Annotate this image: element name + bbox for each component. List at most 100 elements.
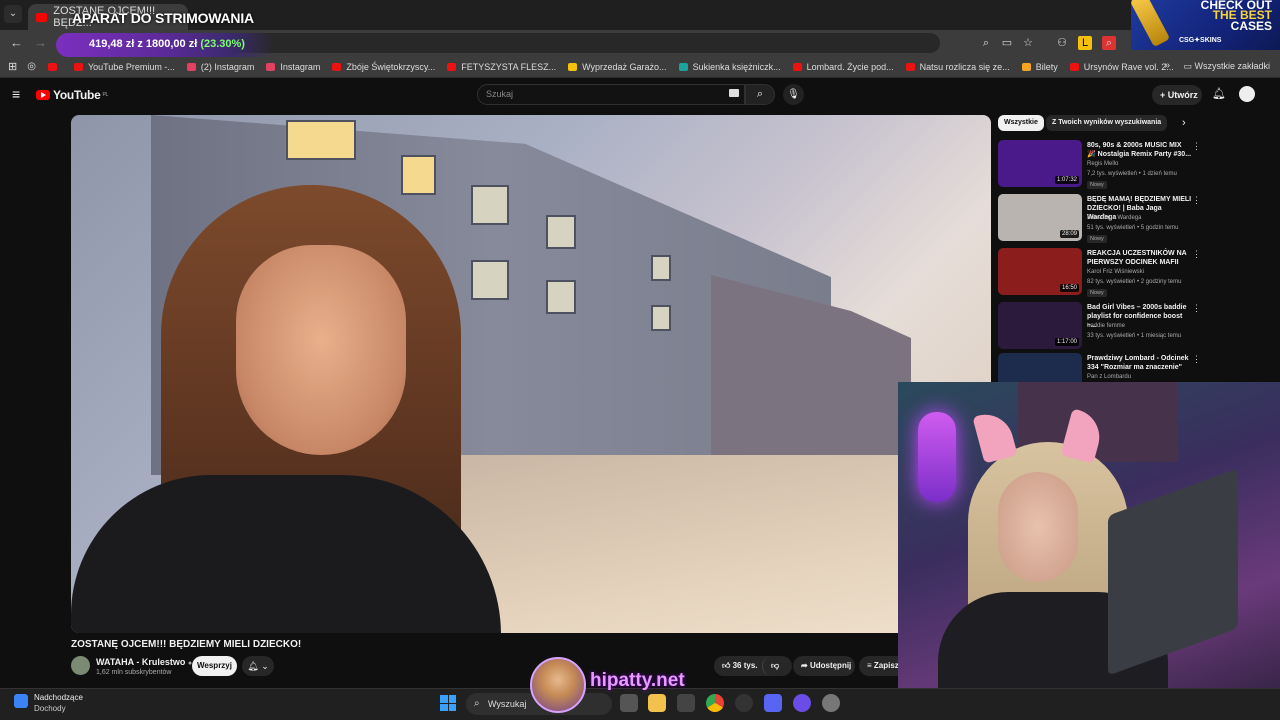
voice-search-button[interactable]: 🎙︎ [783,84,804,105]
widget-title[interactable]: Nadchodzące [34,693,83,702]
github-icon[interactable]: ◎ [27,61,36,72]
recommended-channel[interactable]: baddie femme [1087,323,1125,329]
recommended-channel[interactable]: Regis Mello [1087,161,1118,167]
youtube-logo[interactable]: YouTube PL [36,88,108,102]
task-view-icon[interactable] [620,694,638,712]
video-thumbnail[interactable]: 1:17:00 [998,302,1082,349]
bookmark-item[interactable]: Instagram [266,62,320,72]
file-explorer-icon[interactable] [648,694,666,712]
recommended-video[interactable]: 1:07:32 80s, 90s & 2000s MUSIC MIX 🎉 Nost… [998,140,1268,190]
app-icon[interactable] [793,694,811,712]
bookmark-item[interactable] [47,62,62,72]
all-bookmarks-label: Wszystkie zakładki [1194,61,1270,71]
bookmark-favicon-icon [678,62,688,71]
support-button[interactable]: Wesprzyj [192,656,237,676]
recommended-video[interactable]: 28:09 BĘDĘ MAMĄ! BĘDZIEMY MIELI DZIECKO! … [998,194,1268,244]
zoom-icon[interactable]: ⌕ [979,36,993,50]
notifications-bell-icon[interactable]: 🔔︎ [1212,87,1226,100]
more-options-icon[interactable]: ⋮ [1192,141,1201,152]
apps-grid-icon[interactable]: ⊞ [8,60,17,73]
more-bookmarks-chevron-icon[interactable]: » [1164,60,1170,71]
channel-name[interactable]: WATAHA - Krulestwo ● [96,657,192,667]
recommended-title[interactable]: Prawdziwy Lombard - Odcinek 334 "Rozmiar… [1087,354,1192,372]
create-button[interactable]: + Utwórz [1152,85,1202,105]
widgets-icon[interactable] [14,694,28,708]
more-options-icon[interactable]: ⋮ [1192,354,1201,365]
youtube-header: ≡ YouTube PL Szukaj ⌕ 🎙︎ + Utwórz 🔔︎ [0,79,1280,113]
chip-from-search[interactable]: Z Twoich wyników wyszukiwania [1046,115,1168,131]
share-label: Udostępnij [809,661,852,670]
chips-next-chevron-icon[interactable]: › [1182,117,1186,129]
chrome-icon[interactable] [706,694,724,712]
keyboard-icon[interactable] [729,89,739,97]
tab-search-button[interactable]: ⌄ [4,5,22,23]
bookmark-item[interactable]: Bilety [1021,61,1058,72]
new-badge: Nowy [1087,181,1107,189]
channel-name-text: WATAHA - Krulestwo [96,657,186,667]
new-badge: Nowy [1087,289,1107,297]
hamburger-menu-icon[interactable]: ≡ [12,86,20,102]
more-options-icon[interactable]: ⋮ [1192,195,1201,206]
create-label: Utwórz [1167,90,1198,100]
video-frame-person [71,175,501,633]
more-options-icon[interactable]: ⋮ [1192,249,1201,260]
forward-arrow-icon[interactable]: → [34,35,47,50]
all-bookmarks-folder[interactable]: ▭ Wszystkie zakładki [1183,61,1270,72]
bookmark-item[interactable]: Sukienka księżniczk... [678,62,781,72]
extension-icon[interactable]: ⚇ [1055,36,1069,50]
webcam-laptop [1108,468,1238,676]
video-thumbnail[interactable]: 28:09 [998,194,1082,241]
bookmark-item[interactable]: (2) Instagram [186,61,255,72]
bookmark-label: Zbóje Świętokrzyscy... [346,61,436,72]
back-arrow-icon[interactable]: ← [10,35,23,50]
new-badge: Nowy [1087,235,1107,243]
bookmark-label: (2) Instagram [200,61,255,72]
recommended-meta: 33 tys. wyświetleń • 1 miesiąc temu [1087,333,1182,339]
recommended-channel[interactable]: Karol Friz Wiśniewski [1087,269,1144,275]
account-avatar[interactable] [1239,86,1255,102]
bookmark-item[interactable]: Lombard. Życie pod... [792,61,894,72]
discord-icon[interactable] [764,694,782,712]
extension-red-icon[interactable]: ⌕ [1102,36,1116,50]
start-button[interactable] [440,695,456,711]
bookmark-item[interactable]: Natsu rozlicza się ze... [905,61,1010,72]
bookmark-star-icon[interactable]: ☆ [1021,36,1035,50]
video-player[interactable] [71,115,991,633]
obs-icon[interactable] [735,694,753,712]
recommended-meta: 7,2 tys. wyświetleń • 1 dzień temu [1087,171,1177,177]
subscriber-count: 1,62 mln subskrybentów [96,669,172,676]
bookmark-label: Bilety [1035,61,1058,72]
share-button[interactable]: ➦ Udostępnij [793,656,855,676]
store-icon[interactable] [677,694,695,712]
bookmark-label: Natsu rozlicza się ze... [919,61,1010,72]
youtube-search-button[interactable]: ⌕ [745,84,775,105]
bookmark-label: Lombard. Życie pod... [806,61,894,72]
bookmark-item[interactable]: Zbóje Świętokrzyscy... [332,62,435,72]
recommended-title[interactable]: 80s, 90s & 2000s MUSIC MIX 🎉 Nostalgia R… [1087,141,1192,159]
recommended-video[interactable]: 1:17:00 Bad Girl Vibes – 2000s baddie pla… [998,302,1268,352]
cast-icon[interactable]: ▭ [1000,36,1014,50]
youtube-search-input[interactable]: Szukaj [477,84,745,105]
subscription-bell-button[interactable]: 🔔︎ ⌄ [242,656,274,676]
recommended-title[interactable]: REAKCJA UCZESTNIKÓW NA PIERWSZY ODCINEK … [1087,249,1192,267]
bookmark-item[interactable]: Ursynów Rave vol. 2... [1069,62,1174,72]
bookmark-favicon-icon [266,62,276,71]
donation-amount: 419,48 zł z 1800,00 zł [89,38,198,50]
bookmark-item[interactable]: Wyprzedaż Garażo... [568,62,667,72]
recommended-channel[interactable]: Baba Jaga Wardega [1087,215,1141,221]
settings-gear-icon[interactable] [822,694,840,712]
video-thumbnail[interactable]: 16:50 [998,248,1082,295]
chip-all[interactable]: Wszystkie [998,115,1044,131]
save-button[interactable]: ≡ Zapisz [859,656,899,676]
channel-avatar[interactable] [71,656,90,675]
bookmark-item[interactable]: FETYSZYSTA FLESZ... [447,62,556,72]
video-thumbnail[interactable]: 1:07:32 [998,140,1082,187]
extension-l-icon[interactable]: L [1078,36,1092,50]
recommended-video[interactable]: 16:50 REAKCJA UCZESTNIKÓW NA PIERWSZY ODC… [998,248,1268,298]
dislike-button[interactable]: 👎︎ [762,656,790,676]
more-options-icon[interactable]: ⋮ [1192,303,1201,314]
bookmark-favicon-icon [332,62,342,71]
bookmark-item[interactable]: YouTube Premium -... [73,62,175,72]
bookmark-favicon-icon [905,62,915,71]
recommended-channel[interactable]: Pan z Lombardu [1087,374,1131,380]
